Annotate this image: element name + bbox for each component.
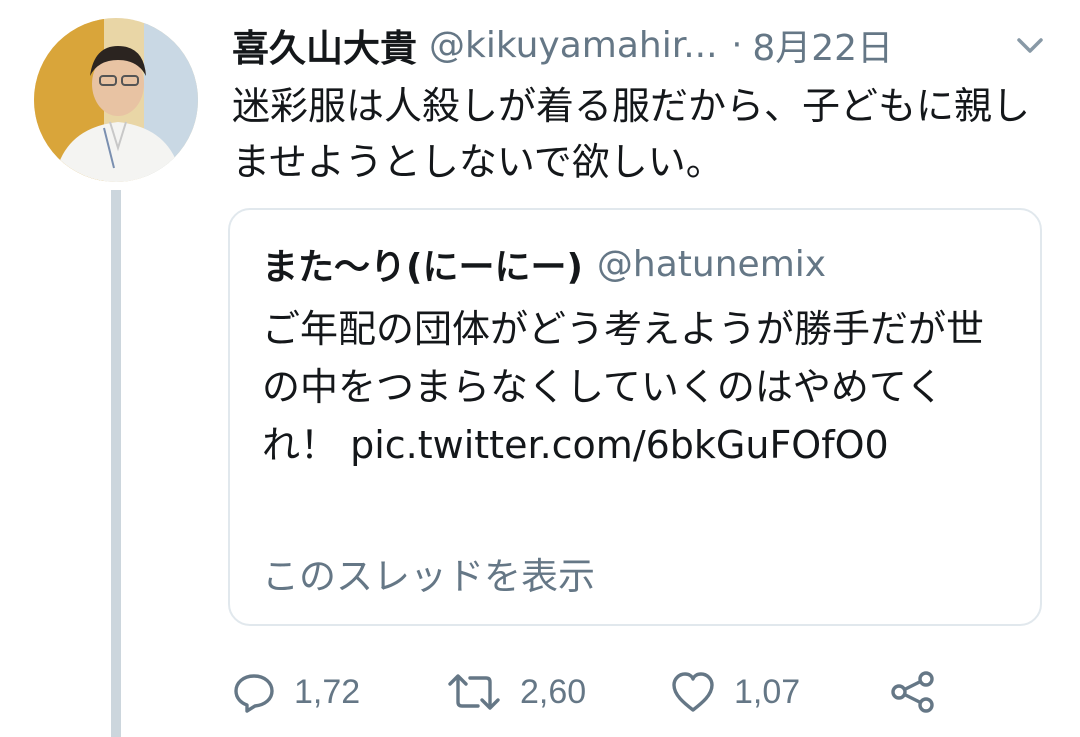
- retweet-count: 2,60: [520, 672, 587, 711]
- quoted-tweet-text: ご年配の団体がどう考えようが勝手だが世の中をつまらなくしていくのはやめてくれ！ …: [262, 307, 985, 467]
- tweet-date[interactable]: 8月22日: [752, 19, 893, 71]
- reply-button[interactable]: 1,72: [232, 664, 360, 720]
- quoted-tweet[interactable]: また〜り(にーにー) @hatunemix ご年配の団体がどう考えようが勝手だが…: [228, 208, 1042, 626]
- quoted-author-name: また〜り(にーにー): [262, 247, 583, 288]
- tweet-text: 迷彩服は人殺しが着る服だから、子どもに親しませようとしないで欲しい。: [232, 84, 1031, 184]
- avatar-photo: [34, 18, 198, 182]
- retweet-button[interactable]: 2,60: [446, 664, 586, 720]
- quoted-author-handle: @hatunemix: [596, 243, 827, 285]
- retweet-icon: [448, 674, 500, 710]
- chevron-down-icon[interactable]: [1010, 28, 1050, 64]
- author-handle[interactable]: @kikuyamahir...: [429, 25, 718, 66]
- thread-line: [111, 190, 121, 737]
- show-thread-link[interactable]: このスレッドを表示: [262, 546, 595, 600]
- quoted-tweet-header: また〜り(にーにー) @hatunemix: [262, 238, 826, 290]
- reply-icon: [234, 674, 274, 713]
- heart-icon: [672, 672, 714, 712]
- like-count: 1,07: [734, 672, 801, 711]
- avatar[interactable]: [34, 18, 198, 182]
- share-button[interactable]: [888, 664, 940, 720]
- author-name[interactable]: 喜久山大貴: [232, 18, 417, 72]
- separator-dot: ·: [731, 25, 743, 65]
- like-button[interactable]: 1,07: [670, 664, 800, 720]
- tweet[interactable]: 喜久山大貴 @kikuyamahir... · 8月22日 迷彩服は人殺しが着る…: [0, 0, 1080, 737]
- tweet-header: 喜久山大貴 @kikuyamahir... · 8月22日: [232, 18, 1052, 72]
- tweet-actions: 1,72 2,60 1,07: [232, 664, 1032, 720]
- share-icon: [891, 671, 934, 713]
- reply-count: 1,72: [294, 672, 361, 711]
